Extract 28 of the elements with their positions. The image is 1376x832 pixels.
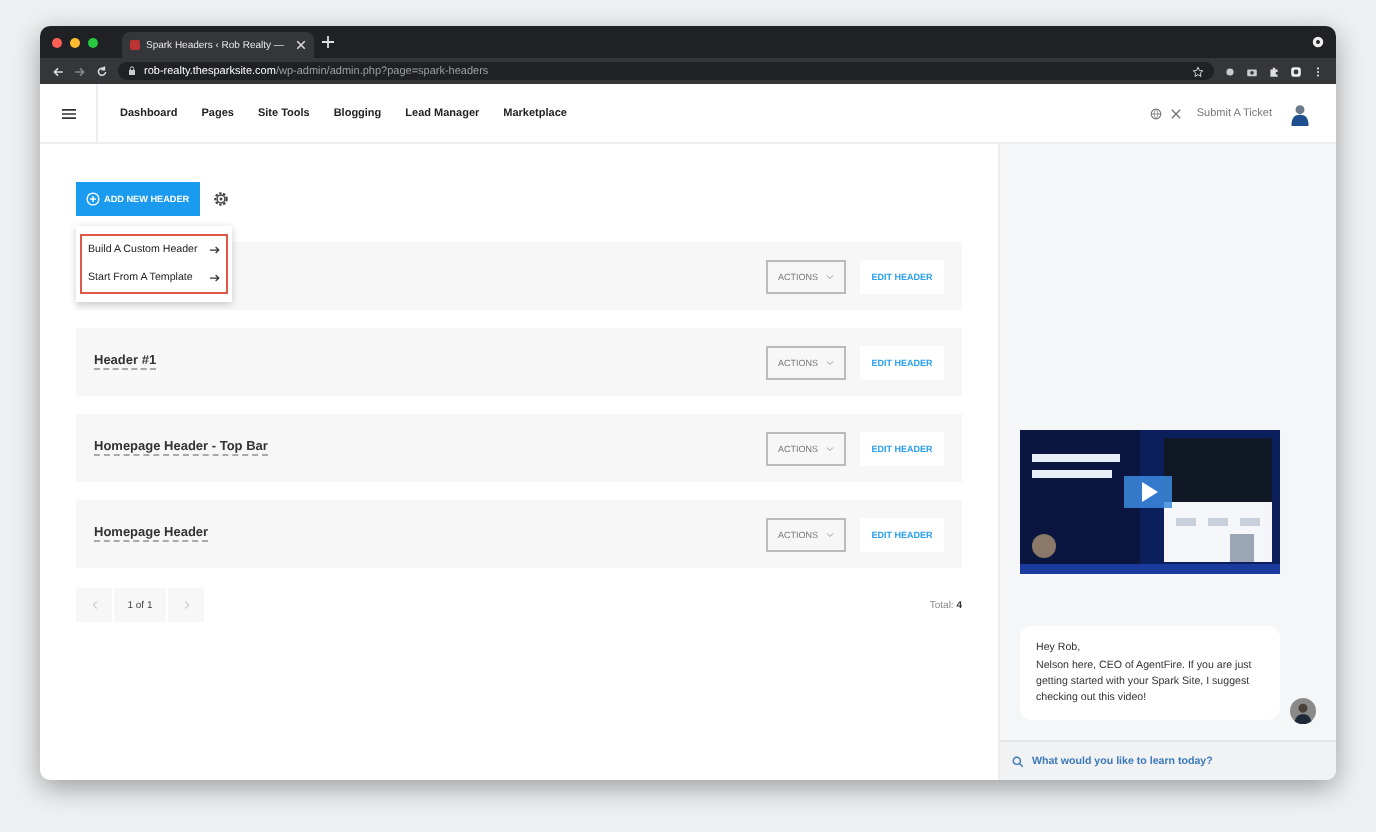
back-icon[interactable] — [52, 65, 64, 77]
chevron-icon — [826, 531, 834, 537]
avatar-icon — [1290, 698, 1316, 724]
puzzle-icon[interactable] — [1268, 65, 1280, 77]
arrow-icon — [210, 246, 220, 254]
camera-icon[interactable] — [1246, 65, 1258, 77]
lock-icon — [128, 66, 136, 76]
reload-icon[interactable] — [96, 65, 108, 77]
favicon-icon — [130, 40, 140, 50]
forward-icon[interactable] — [74, 65, 86, 77]
chevron-right-icon — [183, 600, 189, 610]
avatar-icon[interactable] — [1288, 101, 1312, 125]
close-icon[interactable] — [296, 40, 306, 50]
chevron-icon — [826, 273, 834, 279]
maximize-window-button[interactable] — [88, 37, 98, 47]
search-icon — [1012, 755, 1024, 767]
globe-icon[interactable] — [1150, 107, 1163, 119]
arrow-icon — [210, 274, 220, 282]
star-icon[interactable] — [1192, 65, 1204, 77]
minimize-window-button[interactable] — [70, 37, 80, 47]
chevron-icon — [826, 445, 834, 451]
add-icon — [86, 192, 100, 206]
chevron-icon — [826, 359, 834, 365]
settings-icon[interactable] — [212, 190, 230, 208]
menu-icon[interactable] — [61, 107, 75, 119]
new-tab-icon[interactable] — [322, 36, 334, 48]
close-window-button[interactable] — [52, 37, 62, 47]
chevron-left-icon — [91, 600, 97, 610]
